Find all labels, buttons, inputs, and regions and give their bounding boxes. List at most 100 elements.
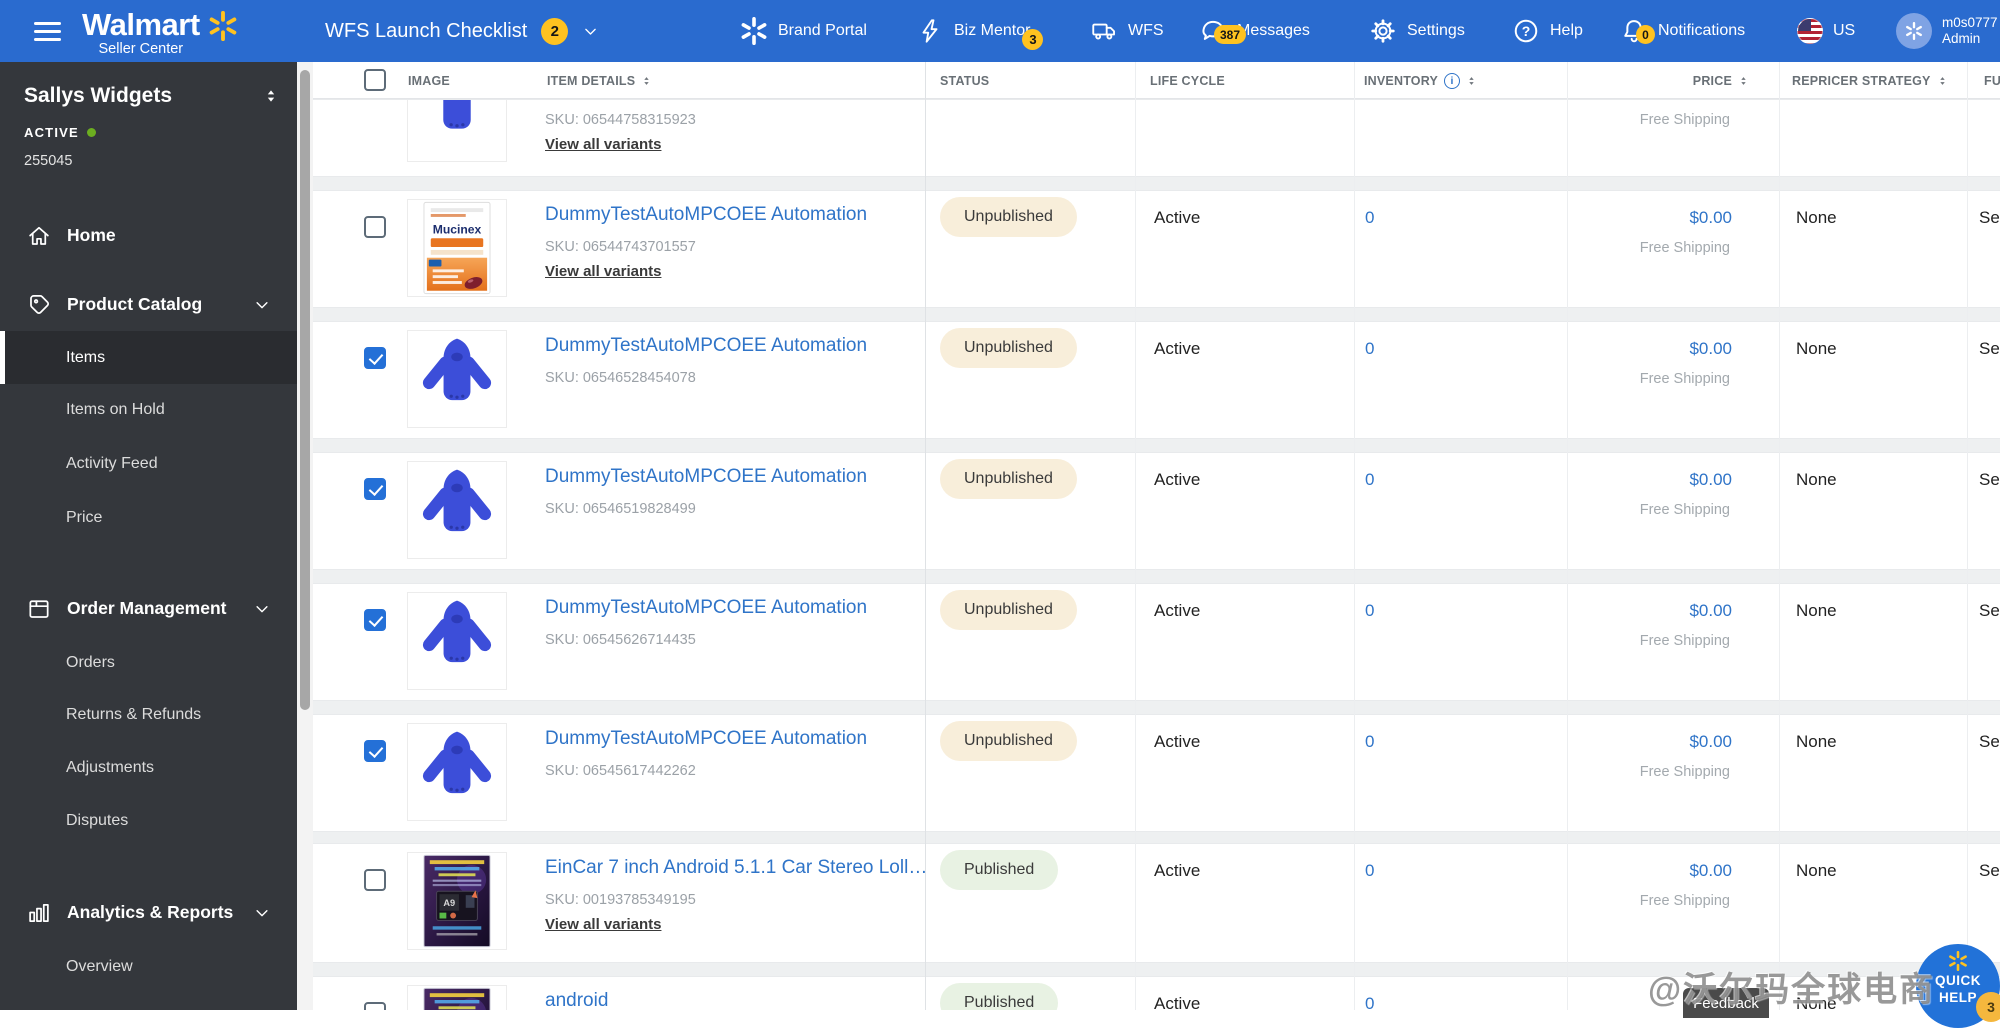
- sidebar-scrollbar-track[interactable]: [297, 62, 313, 1010]
- price-link[interactable]: $0.00: [1689, 208, 1732, 228]
- avatar-spark-icon: [1905, 22, 1923, 40]
- info-icon[interactable]: i: [1444, 72, 1461, 89]
- item-title-link[interactable]: DummyTestAutoMPCOEE Automation: [545, 728, 867, 750]
- row-checkbox[interactable]: [364, 216, 386, 238]
- sort-caret-icon: [641, 75, 652, 87]
- sidebar-item-adjustments[interactable]: Adjustments: [0, 741, 297, 794]
- column-header-life-cycle: LIFE CYCLE: [1150, 73, 1225, 88]
- checklist-count-badge: 2: [541, 17, 569, 45]
- table-row: DummyTestAutoMPCOEE Automation SKU: 0654…: [313, 321, 2000, 439]
- view-all-variants-link[interactable]: View all variants: [545, 916, 661, 933]
- wfs-launch-checklist-dropdown[interactable]: WFS Launch Checklist 2: [325, 0, 599, 62]
- sidebar-item-disputes[interactable]: Disputes: [0, 794, 297, 847]
- sidebar-item-returns-refunds[interactable]: Returns & Refunds: [0, 688, 297, 741]
- nav-notifications[interactable]: 0 Notifications: [1620, 0, 1745, 62]
- repricer-value: None: [1796, 339, 1837, 358]
- column-divider: [1354, 62, 1355, 1010]
- select-all-checkbox[interactable]: [364, 69, 386, 91]
- view-all-variants-link[interactable]: View all variants: [545, 136, 661, 153]
- sidebar-scrollbar-thumb[interactable]: [300, 70, 310, 710]
- inventory-link[interactable]: 0: [1365, 339, 1374, 359]
- truck-icon: [1090, 17, 1118, 45]
- item-title-link[interactable]: DummyTestAutoMPCOEE Automation: [545, 335, 867, 357]
- status-badge: Published: [940, 850, 1059, 890]
- column-header-repricer-strategy[interactable]: REPRICER STRATEGY: [1792, 62, 1948, 99]
- price-link[interactable]: $0.00: [1689, 861, 1732, 881]
- sidebar-item-overview[interactable]: Overview: [0, 940, 297, 993]
- sidebar-item-activity-feed[interactable]: Activity Feed: [0, 437, 297, 490]
- product-image[interactable]: [407, 461, 507, 559]
- nav-label: Settings: [1407, 22, 1465, 39]
- nav-region[interactable]: US: [1797, 0, 1855, 62]
- walmart-logo[interactable]: Walmart Seller Center: [82, 0, 238, 62]
- price-link[interactable]: $0.00: [1689, 339, 1732, 359]
- checklist-label: WFS Launch Checklist: [325, 19, 528, 42]
- table-row: A9 EinCar 7 inch Android 5.1.1 Car Stere…: [313, 843, 2000, 963]
- sidebar-item-order-management[interactable]: Order Management: [0, 582, 297, 635]
- nav-brand-portal[interactable]: Brand Portal: [740, 0, 867, 62]
- item-title-link[interactable]: DummyTestAutoMPCOEE Automation: [545, 204, 867, 226]
- inventory-link[interactable]: 0: [1365, 861, 1374, 881]
- inventory-link[interactable]: 0: [1365, 994, 1374, 1010]
- inventory-link[interactable]: 0: [1365, 208, 1374, 228]
- sidebar-item-items[interactable]: Items: [0, 331, 297, 384]
- column-divider: [1567, 62, 1568, 1010]
- price-link[interactable]: $0.00: [1689, 732, 1732, 752]
- inventory-link[interactable]: 0: [1365, 470, 1374, 490]
- life-cycle-value: Active: [1154, 732, 1201, 751]
- row-checkbox[interactable]: [364, 869, 386, 891]
- row-checkbox[interactable]: [364, 609, 386, 631]
- inventory-link[interactable]: 0: [1365, 601, 1374, 621]
- life-cycle-value: Active: [1154, 208, 1201, 227]
- nav-help[interactable]: ? Help: [1512, 0, 1583, 62]
- item-title-link[interactable]: EinCar 7 inch Android 5.1.1 Car Stereo L…: [545, 857, 927, 879]
- product-image[interactable]: [407, 723, 507, 821]
- store-switcher-caret-icon: [263, 88, 279, 104]
- nav-user-menu[interactable]: m0s0777 Admin: [1896, 0, 1998, 62]
- sidebar-item-orders[interactable]: Orders: [0, 636, 297, 689]
- nav-wfs[interactable]: WFS: [1090, 0, 1164, 62]
- product-image[interactable]: Mucinex: [407, 199, 507, 297]
- store-switcher[interactable]: Sallys Widgets ACTIVE 255045: [24, 84, 279, 169]
- column-header-inventory[interactable]: INVENTORY i: [1364, 62, 1477, 99]
- nav-biz-mentor[interactable]: Biz Mentor 3: [916, 0, 1044, 62]
- table-row: DummyTestAutoMPCOEE Automation SKU: 0654…: [313, 452, 2000, 570]
- product-image[interactable]: A9: [407, 985, 507, 1010]
- view-all-variants-link[interactable]: View all variants: [545, 263, 661, 280]
- sort-caret-icon: [1466, 75, 1477, 87]
- fulfillment-value: Se: [1979, 601, 2000, 620]
- row-checkbox[interactable]: [364, 347, 386, 369]
- nav-settings[interactable]: Settings: [1369, 0, 1465, 62]
- item-title-link[interactable]: android: [545, 990, 608, 1010]
- inventory-link[interactable]: 0: [1365, 732, 1374, 752]
- item-title-link[interactable]: DummyTestAutoMPCOEE Automation: [545, 597, 867, 619]
- sidebar-item-product-catalog[interactable]: Product Catalog: [0, 278, 297, 331]
- product-image[interactable]: [407, 592, 507, 690]
- product-image[interactable]: A9: [407, 852, 507, 950]
- life-cycle-value: Active: [1154, 861, 1201, 880]
- table-header-row: IMAGE ITEM DETAILS STATUS LIFE CYCLE INV…: [313, 62, 2000, 99]
- quick-help-count-badge[interactable]: 3: [1976, 992, 2000, 1022]
- price-link[interactable]: $0.00: [1689, 470, 1732, 490]
- column-header-price[interactable]: PRICE: [1693, 62, 1749, 99]
- item-title-link[interactable]: DummyTestAutoMPCOEE Automation: [545, 466, 867, 488]
- product-image[interactable]: [407, 100, 507, 162]
- row-checkbox[interactable]: [364, 740, 386, 762]
- table-row: DummyTestAutoMPCOEE Automation SKU: 0654…: [313, 583, 2000, 701]
- sidebar-item-items-on-hold[interactable]: Items on Hold: [0, 383, 297, 436]
- row-checkbox[interactable]: [364, 478, 386, 500]
- package-icon: [26, 596, 52, 622]
- row-checkbox[interactable]: [364, 1002, 386, 1010]
- column-divider: [1967, 62, 1968, 1010]
- product-image[interactable]: [407, 330, 507, 428]
- column-header-item-details[interactable]: ITEM DETAILS: [547, 62, 652, 99]
- chevron-down-icon: [253, 904, 271, 922]
- sidebar-item-home[interactable]: Home: [0, 209, 297, 262]
- nav-messages[interactable]: 387 Messages: [1199, 0, 1310, 62]
- sidebar-item-price[interactable]: Price: [0, 491, 297, 544]
- price-link[interactable]: $0.00: [1689, 601, 1732, 621]
- shipping-label: Free Shipping: [1639, 240, 1730, 256]
- shipping-label: Free Shipping: [1639, 893, 1730, 909]
- hamburger-menu-icon[interactable]: [34, 0, 61, 62]
- sidebar-item-analytics-reports[interactable]: Analytics & Reports: [0, 886, 297, 939]
